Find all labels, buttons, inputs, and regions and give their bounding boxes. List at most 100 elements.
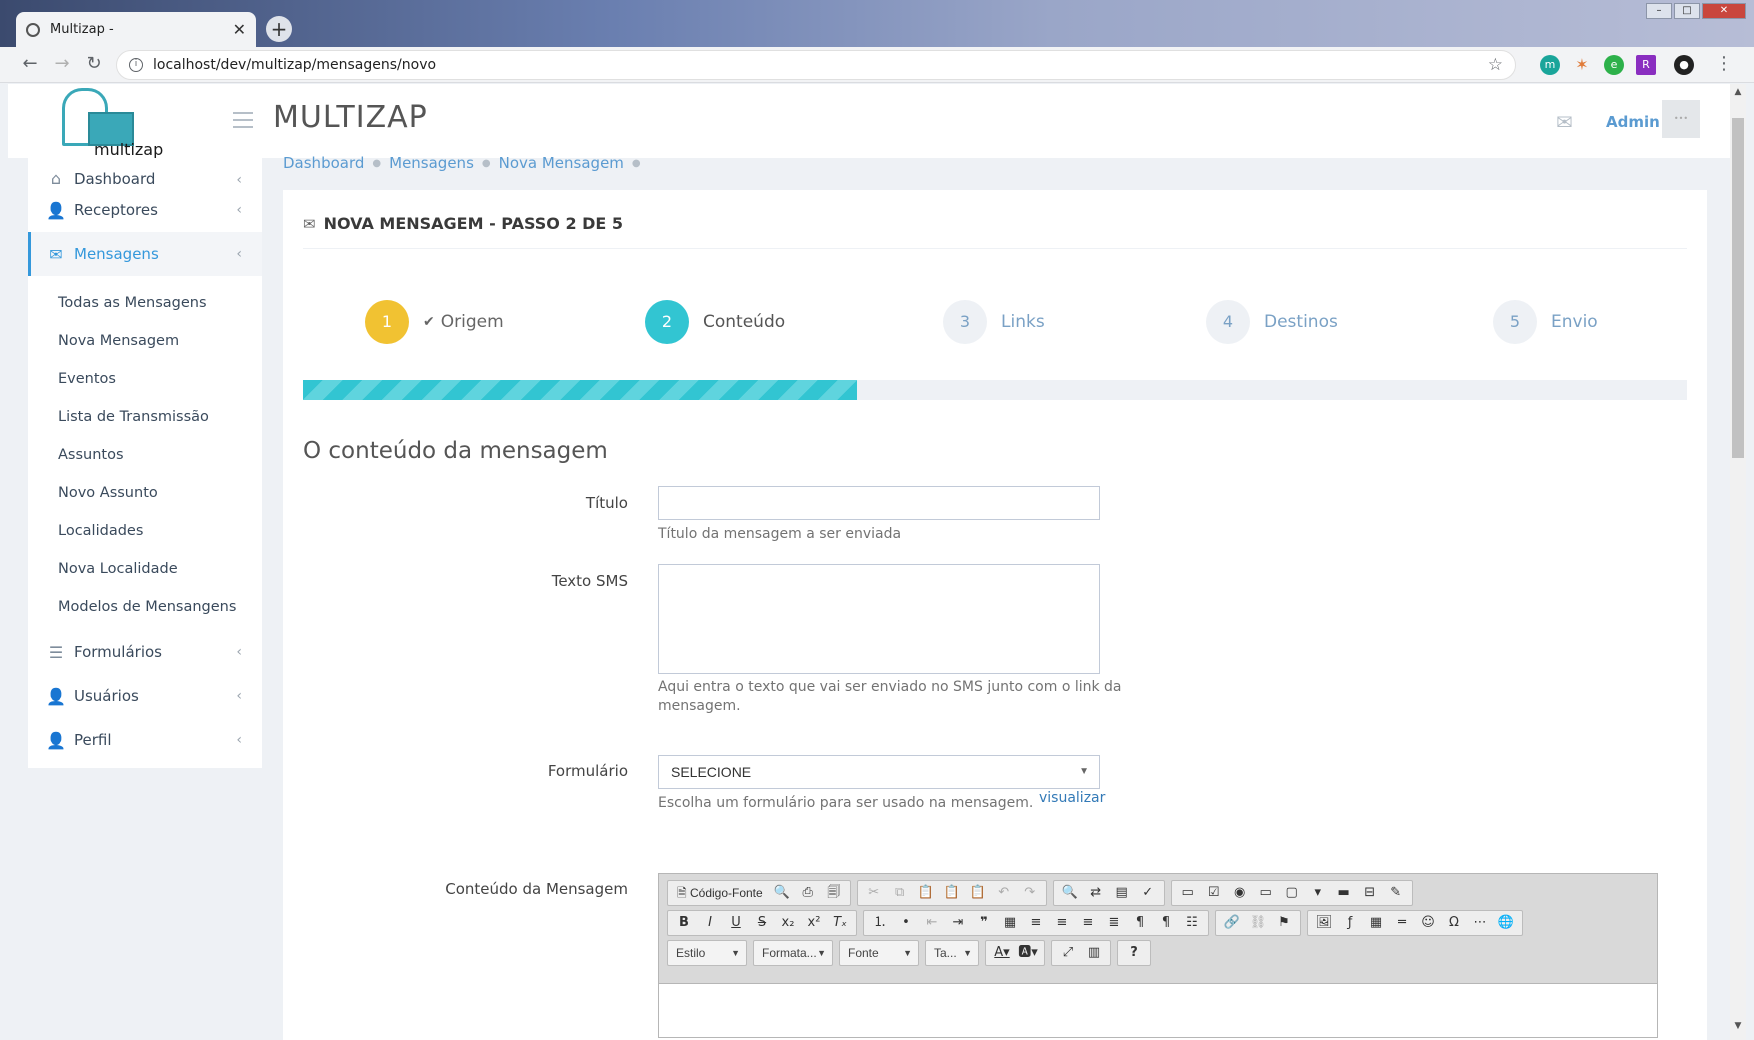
extension-m-icon[interactable]: m	[1540, 55, 1560, 75]
breadcrumb-item[interactable]: Mensagens	[389, 154, 474, 174]
align-right-icon[interactable]: ≡	[1075, 912, 1101, 934]
evernote-icon[interactable]: e	[1604, 55, 1624, 75]
blockquote-icon[interactable]: ❞	[971, 912, 997, 934]
sidebar-item-usuarios[interactable]: 👤 Usuários ‹	[28, 674, 262, 718]
templates-icon[interactable]: 🗐	[821, 882, 847, 904]
extension-rp-icon[interactable]: R	[1636, 55, 1656, 75]
button-icon[interactable]: ▬	[1331, 882, 1357, 904]
reload-icon[interactable]: ↻	[82, 53, 106, 74]
replace-icon[interactable]: ⇄	[1083, 882, 1109, 904]
step-destinos[interactable]: 4 Destinos	[1206, 300, 1338, 344]
indent-icon[interactable]: ⇥	[945, 912, 971, 934]
underline-icon[interactable]: U	[723, 912, 749, 934]
browser-tab[interactable]: Multizap - ✕	[16, 12, 256, 47]
bulleted-list-icon[interactable]: •	[893, 912, 919, 934]
submenu-item[interactable]: Assuntos	[28, 436, 262, 474]
select-icon[interactable]: ▾	[1305, 882, 1331, 904]
format-combo[interactable]: Formata... ▼	[753, 940, 833, 966]
extension-star-icon[interactable]: ✶	[1572, 55, 1592, 75]
preview-icon[interactable]: 🔍	[769, 882, 795, 904]
page-scrollbar[interactable]: ▲ ▼	[1730, 84, 1746, 1040]
submenu-item[interactable]: Lista de Transmissão	[28, 398, 262, 436]
bold-icon[interactable]: B	[671, 912, 697, 934]
logo[interactable]: multizap	[52, 88, 163, 159]
submenu-item[interactable]: Nova Localidade	[28, 550, 262, 588]
forward-arrow-icon[interactable]: →	[50, 53, 74, 74]
checkbox-icon[interactable]: ☑	[1201, 882, 1227, 904]
breadcrumb-item[interactable]: Nova Mensagem	[499, 154, 624, 174]
bg-color-icon[interactable]: 🅰▾	[1015, 942, 1041, 964]
formulario-select[interactable]: SELECIONE ▼	[658, 755, 1100, 789]
user-name[interactable]: Admin	[1606, 113, 1660, 131]
italic-icon[interactable]: I	[697, 912, 723, 934]
copy-icon[interactable]: ⧉	[887, 882, 913, 904]
link-icon[interactable]: 🔗	[1219, 912, 1245, 934]
minimize-button[interactable]: –	[1646, 3, 1672, 19]
select-all-icon[interactable]: ▤	[1109, 882, 1135, 904]
spellcheck-icon[interactable]: ✓	[1135, 882, 1161, 904]
hamburger-menu-icon[interactable]	[233, 112, 253, 128]
undo-icon[interactable]: ↶	[991, 882, 1017, 904]
flash-icon[interactable]: ƒ	[1337, 912, 1363, 934]
submenu-item[interactable]: Modelos de Mensangens	[28, 588, 262, 626]
sidebar-item-dashboard[interactable]: ⌂ Dashboard ‹	[28, 158, 262, 188]
horizontal-line-icon[interactable]: ═	[1389, 912, 1415, 934]
page-break-icon[interactable]: ⋯	[1467, 912, 1493, 934]
style-combo[interactable]: Estilo ▼	[667, 940, 747, 966]
paste-word-icon[interactable]: 📋	[965, 882, 991, 904]
info-icon[interactable]: i	[129, 58, 143, 72]
scroll-thumb[interactable]	[1732, 118, 1744, 458]
unlink-icon[interactable]: ⛓	[1245, 912, 1271, 934]
address-bar[interactable]: i localhost/dev/multizap/mensagens/novo …	[116, 50, 1516, 80]
table-icon[interactable]: ▦	[1363, 912, 1389, 934]
visualizar-link[interactable]: visualizar	[1039, 790, 1105, 806]
paste-text-icon[interactable]: 📋	[939, 882, 965, 904]
maximize-button[interactable]: □	[1674, 3, 1700, 19]
editor-content-area[interactable]	[659, 985, 1657, 1037]
subscript-icon[interactable]: x₂	[775, 912, 801, 934]
form-icon[interactable]: ▭	[1175, 882, 1201, 904]
sms-textarea[interactable]	[658, 564, 1100, 674]
maximize-icon[interactable]: ⤢	[1055, 942, 1081, 964]
iframe-icon[interactable]: 🌐	[1493, 912, 1519, 934]
breadcrumb-item[interactable]: Dashboard	[283, 154, 364, 174]
cut-icon[interactable]: ✂	[861, 882, 887, 904]
window-close-button[interactable]: ✕	[1702, 3, 1746, 19]
avatar[interactable]: •••	[1662, 100, 1700, 138]
font-combo[interactable]: Fonte ▼	[839, 940, 919, 966]
image-icon[interactable]: 🖼	[1311, 912, 1337, 934]
outdent-icon[interactable]: ⇤	[919, 912, 945, 934]
align-center-icon[interactable]: ≡	[1049, 912, 1075, 934]
align-left-icon[interactable]: ≡	[1023, 912, 1049, 934]
source-code-button[interactable]: 🗎 Código-Fonte	[671, 882, 769, 904]
paste-icon[interactable]: 📋	[913, 882, 939, 904]
remove-format-icon[interactable]: Tₓ	[827, 912, 853, 934]
language-icon[interactable]: ☷	[1179, 912, 1205, 934]
step-envio[interactable]: 5 Envio	[1493, 300, 1598, 344]
strikethrough-icon[interactable]: S	[749, 912, 775, 934]
profile-avatar-icon[interactable]: ●	[1674, 55, 1694, 75]
find-icon[interactable]: 🔍	[1057, 882, 1083, 904]
submenu-item[interactable]: Nova Mensagem	[28, 322, 262, 360]
justify-icon[interactable]: ≣	[1101, 912, 1127, 934]
star-icon[interactable]: ☆	[1488, 55, 1503, 75]
sidebar-item-perfil[interactable]: 👤 Perfil ‹	[28, 718, 262, 762]
sidebar-item-formularios[interactable]: ☰ Formulários ‹	[28, 630, 262, 674]
div-icon[interactable]: ▦	[997, 912, 1023, 934]
rtl-icon[interactable]: ¶	[1153, 912, 1179, 934]
scroll-up-icon[interactable]: ▲	[1730, 84, 1746, 100]
superscript-icon[interactable]: x²	[801, 912, 827, 934]
scroll-down-icon[interactable]: ▼	[1730, 1018, 1746, 1034]
radio-icon[interactable]: ◉	[1227, 882, 1253, 904]
close-tab-icon[interactable]: ✕	[233, 20, 246, 39]
new-tab-button[interactable]: +	[266, 16, 292, 42]
print-icon[interactable]: ⎙	[795, 882, 821, 904]
submenu-item[interactable]: Todas as Mensagens	[28, 284, 262, 322]
submenu-item[interactable]: Eventos	[28, 360, 262, 398]
textarea-icon[interactable]: ▢	[1279, 882, 1305, 904]
sidebar-item-receptores[interactable]: 👤 Receptores ‹	[28, 188, 262, 232]
submenu-item[interactable]: Novo Assunto	[28, 474, 262, 512]
step-links[interactable]: 3 Links	[943, 300, 1045, 344]
envelope-open-icon[interactable]: ✉	[1556, 110, 1573, 134]
size-combo[interactable]: Ta... ▼	[925, 940, 979, 966]
